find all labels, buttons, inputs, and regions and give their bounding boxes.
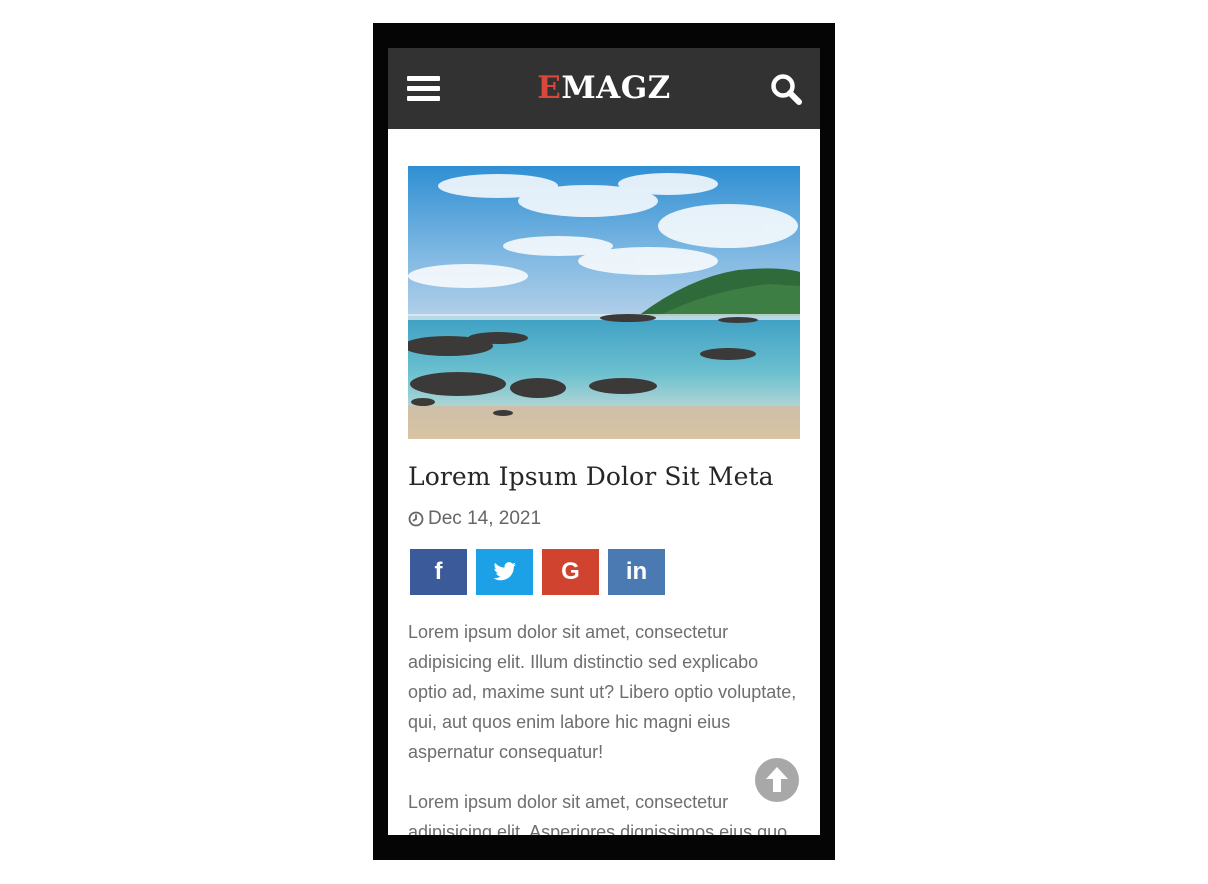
google-icon: G: [561, 558, 580, 585]
phone-frame: EMAGZ Lorem Ipsum Dolor Sit Meta Dec 14,…: [373, 23, 835, 860]
share-linkedin-button[interactable]: in: [608, 549, 665, 595]
article: Lorem Ipsum Dolor Sit Meta Dec 14, 2021 …: [408, 166, 800, 835]
twitter-icon: [493, 562, 516, 581]
article-paragraph: Lorem ipsum dolor sit amet, consectetur …: [408, 622, 797, 762]
clock-icon: [408, 511, 424, 527]
share-twitter-button[interactable]: [476, 549, 533, 595]
share-facebook-button[interactable]: f: [410, 549, 467, 595]
phone-screen: EMAGZ Lorem Ipsum Dolor Sit Meta Dec 14,…: [388, 48, 820, 835]
article-date-text: Dec 14, 2021: [428, 508, 542, 529]
search-icon[interactable]: [769, 72, 803, 106]
scroll-to-top-button[interactable]: [755, 758, 799, 802]
article-hero-image[interactable]: [408, 166, 800, 439]
article-title[interactable]: Lorem Ipsum Dolor Sit Meta: [408, 459, 800, 495]
article-paragraph: Lorem ipsum dolor sit amet, consectetur …: [408, 792, 788, 835]
share-buttons: f G in: [408, 549, 800, 595]
logo-text: MAGZ: [561, 70, 671, 106]
logo-accent-letter: E: [537, 70, 562, 106]
arrow-up-circle-icon: [766, 767, 788, 792]
site-logo[interactable]: EMAGZ: [388, 68, 820, 108]
article-date: Dec 14, 2021: [408, 507, 800, 531]
facebook-icon: f: [434, 558, 443, 585]
navbar: EMAGZ: [388, 48, 820, 129]
linkedin-icon: in: [625, 558, 648, 585]
share-google-button[interactable]: G: [542, 549, 599, 595]
